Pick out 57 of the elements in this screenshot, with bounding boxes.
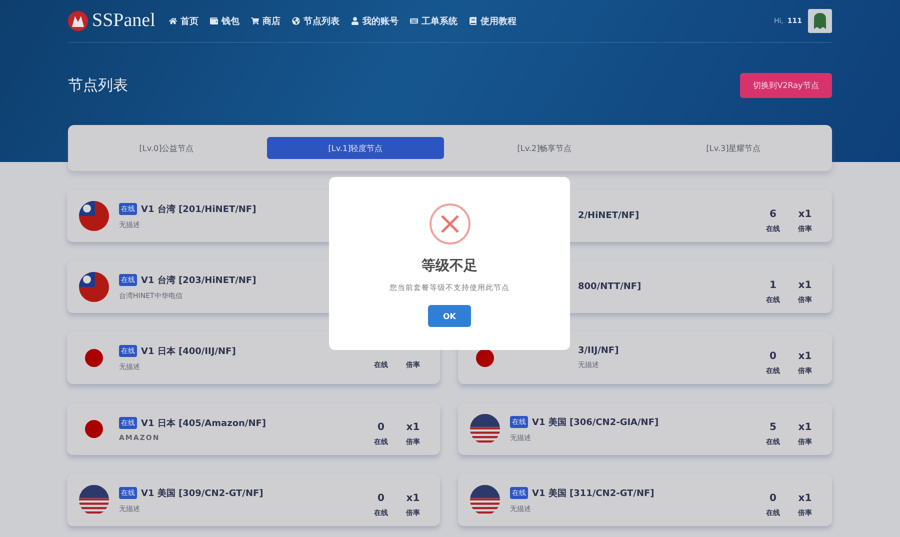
brand-name: SSPanel [92, 10, 156, 32]
rate-value: x1 [798, 350, 812, 362]
user-icon [351, 17, 360, 25]
page-title: 节点列表 [68, 76, 128, 95]
online-count: 0 [378, 422, 384, 434]
nav-link[interactable]: 节点列表 [292, 14, 340, 28]
keyboard-icon [410, 17, 418, 25]
flag-icon [79, 485, 109, 515]
nav-link[interactable]: 工单系统 [410, 14, 458, 28]
ok-button[interactable]: OK [428, 305, 471, 327]
node-name: V1 美国 [309/CN2-GT/NF] [141, 487, 264, 500]
nav-link[interactable]: 使用教程 [469, 14, 516, 28]
flag-icon [79, 201, 109, 231]
book-icon [469, 17, 478, 25]
wallet-icon [210, 17, 218, 25]
globe-icon [292, 17, 300, 25]
nav-link[interactable]: 商店 [251, 14, 280, 28]
level-tab[interactable]: [Lv.3]星耀节点 [645, 137, 822, 159]
rate-value: x1 [798, 208, 812, 220]
flag-icon [84, 348, 104, 368]
node-name: V1 台湾 [203/HiNET/NF] [141, 274, 256, 286]
error-icon [428, 203, 470, 245]
node-name: V1 美国 [311/CN2-GT/NF] [532, 487, 654, 500]
flag-icon [79, 272, 109, 302]
flag-icon [470, 414, 500, 444]
online-count: 5 [770, 422, 776, 434]
rate-value: x1 [406, 492, 420, 504]
home-icon [169, 17, 178, 25]
level-tab[interactable]: [Lv.0]公益节点 [78, 137, 255, 159]
rate-value: x1 [406, 422, 420, 434]
node-name: V1 美国 [306/CN2-GIA/NF] [532, 416, 659, 428]
level-tab[interactable]: [Lv.2]畅享节点 [456, 137, 633, 159]
node-name: V1 日本 [400/IIJ/NF] [141, 345, 236, 358]
nav-link[interactable]: 首页 [169, 14, 198, 28]
flag-icon [475, 348, 495, 368]
node-name: V1 台湾 [201/HiNET/NF] [141, 203, 256, 216]
node-name: 3/IIJ/NF] [578, 346, 619, 356]
rate-value: x1 [798, 280, 812, 292]
online-count: 0 [378, 492, 384, 504]
node-name: 2/HiNET/NF] [578, 211, 640, 221]
online-count: 1 [770, 280, 776, 292]
rate-value: x1 [798, 492, 812, 504]
level-tab[interactable]: [Lv.1]轻度节点 [267, 137, 444, 159]
rate-value: x1 [798, 422, 812, 434]
logo-icon [68, 11, 88, 31]
online-count: 0 [770, 492, 776, 504]
flag-icon [470, 485, 500, 515]
cart-icon [251, 17, 260, 25]
node-name: V1 日本 [405/Amazon/NF] [141, 417, 266, 430]
avatar-icon[interactable] [808, 9, 832, 33]
online-count: 0 [770, 350, 776, 362]
flag-icon [84, 419, 104, 439]
nav-link[interactable]: 我的账号 [351, 14, 398, 28]
nav-link[interactable]: 钱包 [210, 14, 240, 28]
online-count: 6 [770, 208, 776, 220]
switch-v2ray-button[interactable]: 切换到V2Ray节点 [740, 73, 832, 98]
node-name: 800/NTT/NF] [578, 282, 642, 292]
